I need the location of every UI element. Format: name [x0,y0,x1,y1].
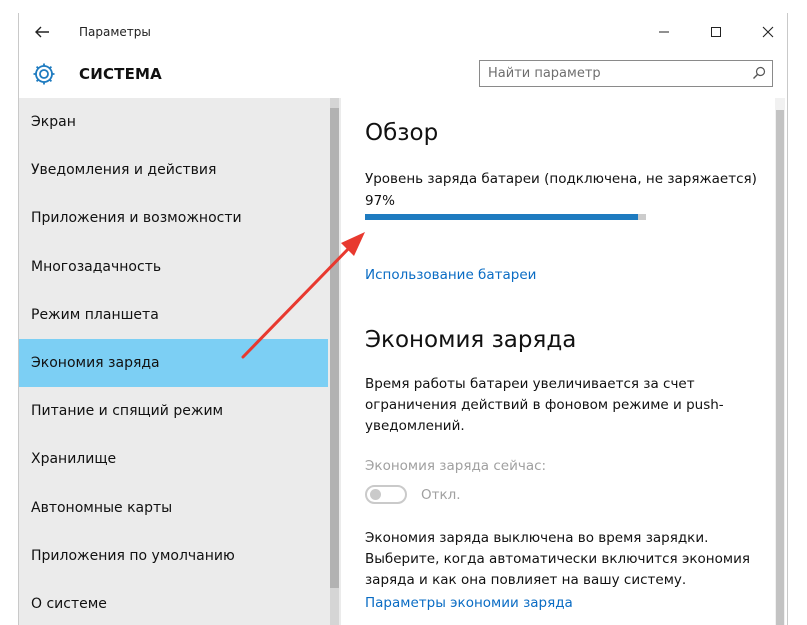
sidebar-item-label: Приложения и возможности [31,210,242,226]
battery-saver-now-label: Экономия заряда сейчас: [365,458,547,474]
battery-saver-toggle[interactable] [365,485,407,504]
battery-progress-bar [365,214,646,220]
sidebar-item-label: Хранилище [31,451,117,467]
sidebar-scrollbar-thumb[interactable] [330,108,339,588]
search-icon[interactable] [752,66,766,80]
sidebar-item-apps-features[interactable]: Приложения и возможности [19,194,328,242]
battery-saver-info: Экономия заряда выключена во время заряд… [365,530,750,588]
battery-progress-fill [365,214,638,220]
minimize-icon [659,31,669,33]
sidebar-item-default-apps[interactable]: Приложения по умолчанию [19,532,328,580]
maximize-button[interactable] [701,19,731,45]
sidebar-item-label: Многозадачность [31,259,162,275]
search-box[interactable] [479,60,773,87]
overview-heading: Обзор [365,120,439,146]
sidebar-item-label: Питание и спящий режим [31,403,224,419]
sidebar-item-battery-saver[interactable]: Экономия заряда [19,339,328,387]
sidebar-item-label: Приложения по умолчанию [31,548,235,564]
toggle-knob [370,489,381,500]
gear-icon [33,63,55,85]
section-title: СИСТЕМА [79,65,162,83]
battery-saver-description: Время работы батареи увеличивается за сч… [365,376,724,434]
content-scrollbar-thumb[interactable] [776,110,784,625]
sidebar-item-about[interactable]: О системе [19,580,328,625]
sidebar-item-multitasking[interactable]: Многозадачность [19,243,328,291]
title-bar: Параметры [19,13,787,51]
sidebar-item-label: О системе [31,596,107,612]
battery-saver-settings-link[interactable]: Параметры экономии заряда [365,595,573,611]
battery-percent: 97% [365,193,396,209]
toggle-state-label: Откл. [421,487,461,503]
sidebar-scrollbar[interactable] [330,98,339,625]
window-title: Параметры [79,25,151,39]
back-button[interactable] [31,21,53,43]
minimize-button[interactable] [649,19,679,45]
sidebar-item-label: Уведомления и действия [31,162,217,178]
close-button[interactable] [753,19,783,45]
sidebar-item-power-sleep[interactable]: Питание и спящий режим [19,387,328,435]
battery-saver-heading: Экономия заряда [365,327,577,353]
sidebar-item-label: Экономия заряда [31,355,160,371]
sidebar: Экран Уведомления и действия Приложения … [19,98,341,625]
content-pane: Обзор Уровень заряда батареи (подключена… [341,98,772,625]
sidebar-item-label: Автономные карты [31,500,173,516]
search-input[interactable] [480,61,748,86]
back-arrow-icon [35,26,49,38]
sidebar-item-display[interactable]: Экран [19,98,328,146]
battery-usage-link[interactable]: Использование батареи [365,267,536,283]
content-scrollbar[interactable] [775,98,785,625]
sidebar-item-label: Экран [31,114,76,130]
sidebar-item-tablet-mode[interactable]: Режим планшета [19,291,328,339]
sidebar-item-notifications[interactable]: Уведомления и действия [19,146,328,194]
battery-level-label: Уровень заряда батареи (подключена, не з… [365,171,757,187]
close-icon [762,26,774,38]
sidebar-item-label: Режим планшета [31,307,159,323]
sidebar-item-storage[interactable]: Хранилище [19,435,328,483]
sidebar-item-offline-maps[interactable]: Автономные карты [19,484,328,532]
settings-window: Параметры СИСТЕМА Экран [18,13,788,625]
maximize-icon [711,27,721,37]
